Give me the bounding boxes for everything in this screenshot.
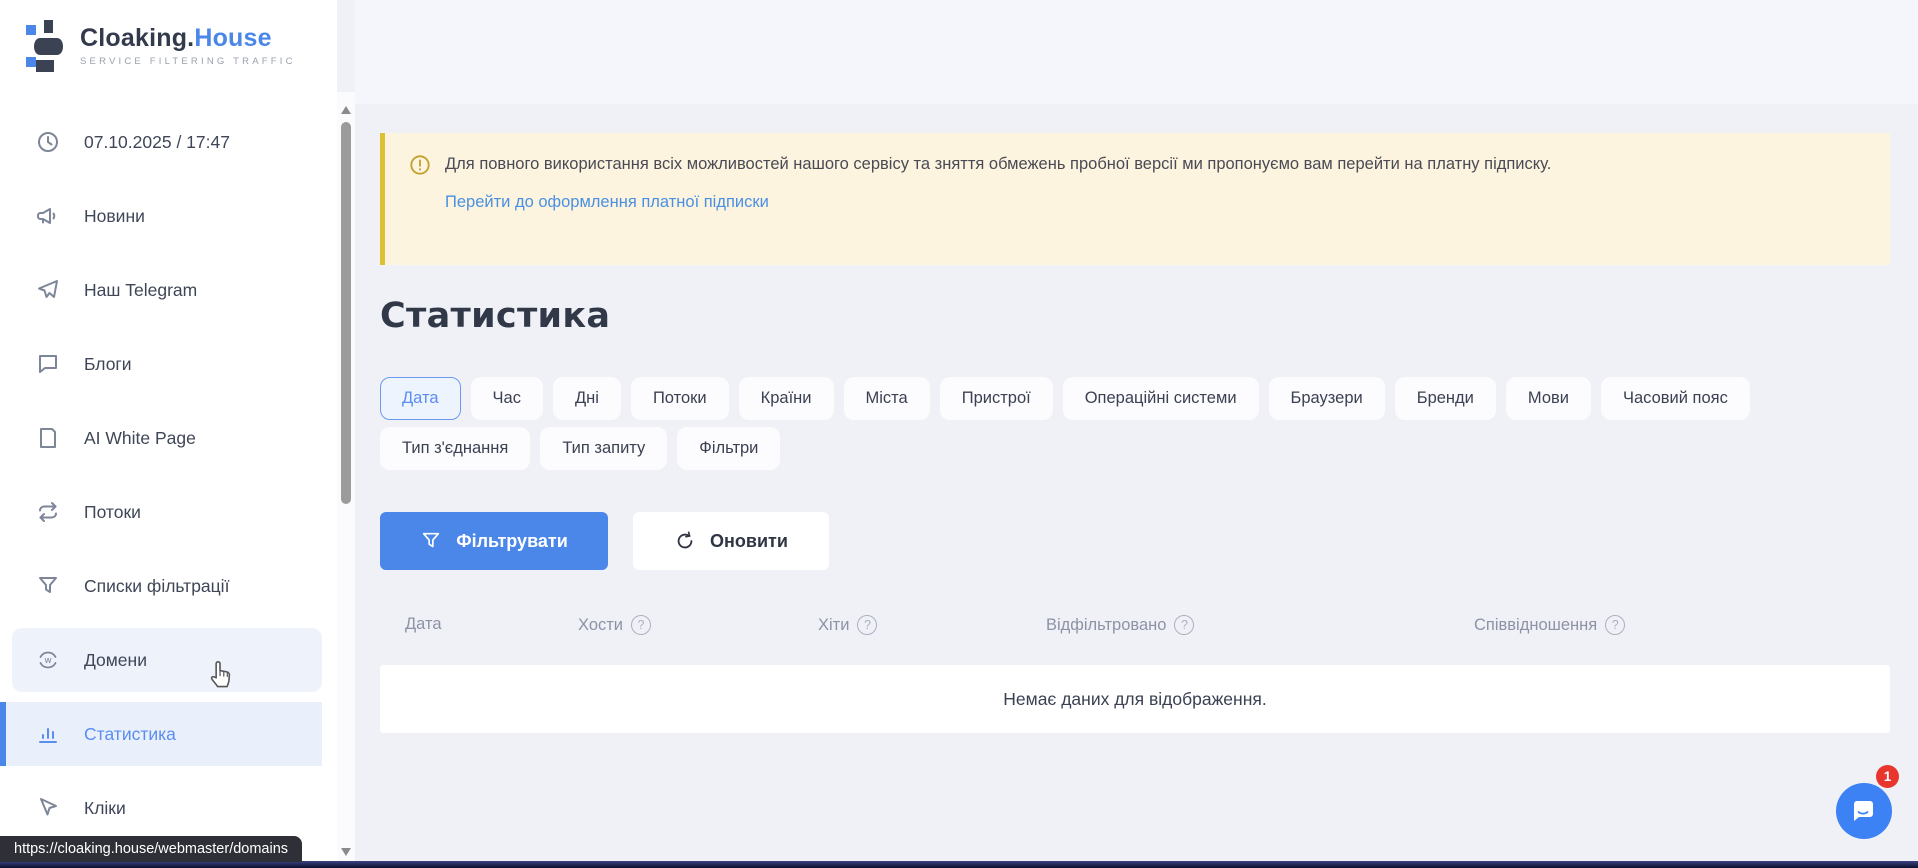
chat-unread-badge: 1: [1876, 765, 1899, 788]
scrollbar-thumb[interactable]: [341, 122, 351, 504]
cursor-arrow-icon: [36, 796, 60, 820]
refresh-icon: [674, 530, 696, 552]
sidebar-item-domains[interactable]: w Домени: [12, 628, 322, 692]
filter-chip-languages[interactable]: Мови: [1506, 377, 1591, 420]
chat-widget-icon: [1849, 796, 1879, 826]
sidebar-item-clicks[interactable]: Кліки: [0, 776, 322, 840]
refresh-button[interactable]: Оновити: [633, 512, 829, 570]
sidebar-item-statistics[interactable]: Статистика: [0, 702, 322, 766]
filter-button-label: Фільтрувати: [456, 531, 568, 552]
filter-chips-row-2: Тип з'єднання Тип запиту Фільтри: [380, 427, 780, 470]
sidebar-item-label: Блоги: [84, 354, 132, 375]
help-icon[interactable]: ?: [1174, 615, 1194, 635]
empty-state-row: Немає даних для відображення.: [380, 665, 1890, 733]
banner-text: Для повного використання всіх можливосте…: [445, 153, 1551, 177]
sidebar-item-flows[interactable]: Потоки: [0, 480, 322, 544]
sidebar-item-label: Потоки: [84, 502, 141, 523]
topbar: [355, 0, 1918, 104]
filter-chip-date[interactable]: Дата: [380, 377, 461, 420]
sidebar-item-blogs[interactable]: Блоги: [0, 332, 322, 396]
column-header-ratio: Співвідношення ?: [1474, 615, 1625, 635]
scroll-up-arrow[interactable]: [341, 106, 351, 114]
filter-chip-flows[interactable]: Потоки: [631, 377, 729, 420]
page-icon: [36, 426, 60, 450]
bar-chart-icon: [36, 722, 60, 746]
filter-chip-request-type[interactable]: Тип запиту: [540, 427, 667, 470]
sidebar-item-label: Списки фільтрації: [84, 576, 229, 597]
sidebar-item-news[interactable]: Новини: [0, 184, 322, 248]
clock-icon: [36, 130, 60, 154]
sidebar-item-filter-lists[interactable]: Списки фільтрації: [0, 554, 322, 618]
chat-bubble-icon: [36, 352, 60, 376]
flows-icon: [36, 500, 60, 524]
banner-subscribe-link[interactable]: Перейти до оформлення платної підписки: [445, 193, 769, 212]
filter-chip-browsers[interactable]: Браузери: [1269, 377, 1385, 420]
sidebar-scrollbar[interactable]: [337, 92, 355, 868]
warning-icon: [409, 154, 431, 177]
action-buttons: Фільтрувати Оновити: [380, 512, 829, 570]
filter-chip-filters[interactable]: Фільтри: [677, 427, 780, 470]
filter-chip-devices[interactable]: Пристрої: [940, 377, 1053, 420]
sidebar: Cloaking.House SERVICE FILTERING TRAFFIC…: [0, 0, 337, 868]
domain-globe-icon: w: [36, 648, 60, 672]
paper-plane-icon: [36, 278, 60, 302]
sidebar-item-label: Статистика: [84, 724, 176, 745]
sidebar-item-label: 07.10.2025 / 17:47: [84, 132, 230, 153]
empty-state-text: Немає даних для відображення.: [1003, 689, 1266, 710]
brand-tagline: SERVICE FILTERING TRAFFIC: [80, 56, 296, 67]
help-icon[interactable]: ?: [857, 615, 877, 635]
filter-chip-cities[interactable]: Міста: [844, 377, 930, 420]
sidebar-item-label: Кліки: [84, 798, 126, 819]
sidebar-item-label: Наш Telegram: [84, 280, 197, 301]
filter-chip-days[interactable]: Дні: [553, 377, 621, 420]
trial-warning-banner: Для повного використання всіх можливосте…: [380, 133, 1890, 265]
column-header-hosts: Хости ?: [578, 615, 651, 635]
brand-name: Cloaking.House: [80, 24, 272, 52]
filter-chip-brands[interactable]: Бренди: [1395, 377, 1496, 420]
column-header-date: Дата: [405, 615, 442, 634]
brand-logo-icon: [24, 16, 68, 74]
sidebar-item-telegram[interactable]: Наш Telegram: [0, 258, 322, 322]
filter-chip-time[interactable]: Час: [471, 377, 543, 420]
filter-chip-connection-type[interactable]: Тип з'єднання: [380, 427, 530, 470]
window-bottom-edge: [0, 861, 1918, 868]
page-title: Статистика: [380, 296, 610, 336]
chat-widget-button[interactable]: [1836, 783, 1892, 839]
funnel-icon: [36, 574, 60, 598]
refresh-button-label: Оновити: [710, 531, 788, 552]
filter-chip-countries[interactable]: Країни: [739, 377, 834, 420]
scroll-down-arrow[interactable]: [341, 848, 351, 856]
filter-chip-timezone[interactable]: Часовий пояс: [1601, 377, 1750, 420]
sidebar-item-label: Домени: [84, 650, 147, 671]
help-icon[interactable]: ?: [1605, 615, 1625, 635]
sidebar-item-ai-white-page[interactable]: AI White Page: [0, 406, 322, 470]
filter-chip-os[interactable]: Операційні системи: [1063, 377, 1259, 420]
funnel-icon: [420, 530, 442, 552]
link-status-bar: https://cloaking.house/webmaster/domains: [0, 836, 302, 862]
filter-chips-row-1: Дата Час Дні Потоки Країни Міста Пристро…: [380, 377, 1750, 420]
filter-button[interactable]: Фільтрувати: [380, 512, 608, 570]
help-icon[interactable]: ?: [631, 615, 651, 635]
column-header-filtered: Відфільтровано ?: [1046, 615, 1194, 635]
megaphone-icon: [36, 204, 60, 228]
svg-text:w: w: [44, 656, 51, 666]
sidebar-item-datetime: 07.10.2025 / 17:47: [0, 110, 322, 174]
sidebar-item-label: Новини: [84, 206, 145, 227]
sidebar-nav: 07.10.2025 / 17:47 Новини Наш Telegram Б…: [0, 110, 322, 840]
column-header-hits: Хіти ?: [818, 615, 877, 635]
brand-logo[interactable]: Cloaking.House SERVICE FILTERING TRAFFIC: [24, 16, 296, 74]
sidebar-item-label: AI White Page: [84, 428, 196, 449]
